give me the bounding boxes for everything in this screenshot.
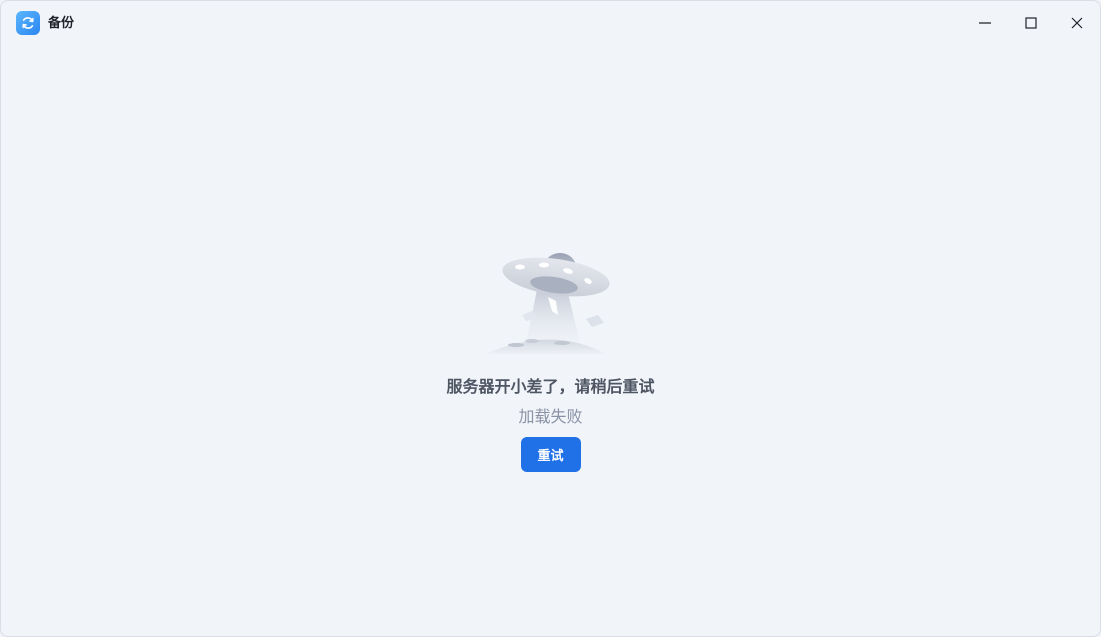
close-icon [1071, 17, 1083, 29]
maximize-icon [1025, 17, 1037, 29]
minimize-button[interactable] [971, 9, 999, 37]
close-button[interactable] [1063, 9, 1091, 37]
retry-button[interactable]: 重试 [520, 437, 581, 472]
title-bar[interactable]: 备份 [1, 1, 1100, 45]
error-subtitle: 加载失败 [518, 409, 583, 426]
ufo-illustration [485, 253, 610, 354]
maximize-button[interactable] [1017, 9, 1045, 37]
error-title: 服务器开小差了，请稍后重试 [446, 379, 655, 396]
error-state: 服务器开小差了，请稍后重试 加载失败 重试 [1, 247, 1100, 472]
app-icon [16, 11, 40, 35]
app-window: 备份 服务器开小差了，请稍后重试 加载失败 重试 [0, 0, 1101, 637]
window-title: 备份 [48, 15, 75, 30]
minimize-icon [979, 22, 991, 24]
